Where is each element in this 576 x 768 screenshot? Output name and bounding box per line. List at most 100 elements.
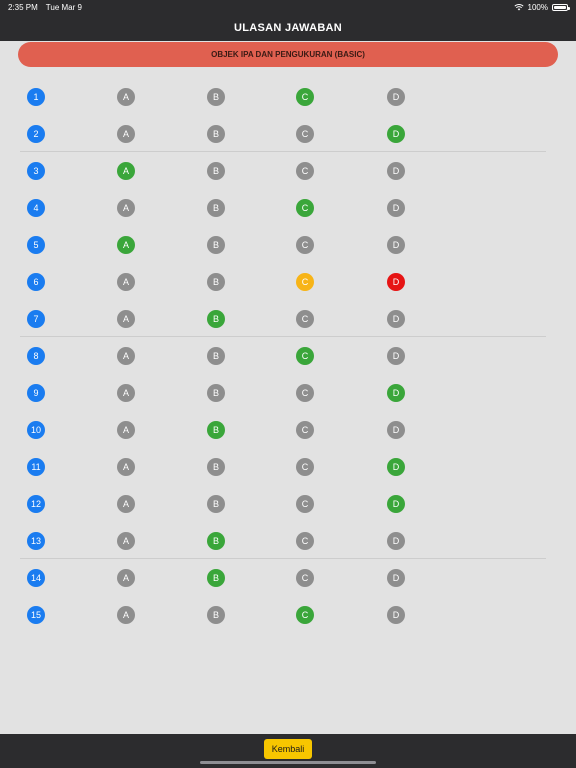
option-a-badge: A: [117, 531, 135, 550]
option-c-badge: C: [296, 568, 314, 587]
back-button[interactable]: Kembali: [264, 739, 312, 759]
option-a-badge: A: [117, 309, 135, 328]
option-c-badge: C: [296, 346, 314, 365]
option-a-badge: A: [117, 383, 135, 402]
option-d-badge: D: [387, 605, 405, 624]
option-a-badge: A: [117, 272, 135, 291]
option-d-badge: D: [387, 568, 405, 587]
question-number-badge: 7: [27, 309, 45, 328]
answer-row: 5 A B C D: [0, 226, 576, 263]
option-a-badge: A: [117, 235, 135, 254]
option-b-badge: B: [207, 568, 225, 587]
option-c-badge: C: [296, 198, 314, 217]
option-d-badge: D: [387, 383, 405, 402]
option-c-badge: C: [296, 124, 314, 143]
question-number-badge: 14: [27, 568, 45, 587]
option-b-badge: B: [207, 420, 225, 439]
option-d-badge: D: [387, 198, 405, 217]
status-date: Tue Mar 9: [45, 2, 82, 12]
option-c-badge: C: [296, 309, 314, 328]
question-number-badge: 11: [27, 457, 45, 476]
option-c-badge: C: [296, 235, 314, 254]
option-d-badge: D: [387, 124, 405, 143]
option-b-badge: B: [207, 457, 225, 476]
option-b-badge: B: [207, 235, 225, 254]
option-b-badge: B: [207, 272, 225, 291]
option-c-badge: C: [296, 605, 314, 624]
option-c-badge: C: [296, 457, 314, 476]
answer-row: 3 A B C D: [0, 152, 576, 189]
option-c-badge: C: [296, 161, 314, 180]
option-c-badge: C: [296, 531, 314, 550]
answer-row: 6 A B C D: [0, 263, 576, 300]
status-time: 2:35 PM: [8, 2, 38, 12]
option-d-badge: D: [387, 161, 405, 180]
option-a-badge: A: [117, 605, 135, 624]
option-b-badge: B: [207, 124, 225, 143]
option-d-badge: D: [387, 87, 405, 106]
option-a-badge: A: [117, 346, 135, 365]
nav-bar: ULASAN JAWABAN: [0, 14, 576, 41]
answer-row: 7 A B C D: [0, 300, 576, 337]
answer-row: 13 A B C D: [0, 522, 576, 559]
page-title: ULASAN JAWABAN: [233, 21, 343, 34]
answer-row: 14 A B C D: [0, 559, 576, 596]
answer-row: 1 A B C D: [0, 78, 576, 115]
option-b-badge: B: [207, 87, 225, 106]
option-c-badge: C: [296, 383, 314, 402]
option-d-badge: D: [387, 346, 405, 365]
option-a-badge: A: [117, 198, 135, 217]
wifi-icon: [513, 4, 524, 11]
answer-row: 2 A B C D: [0, 115, 576, 152]
quiz-title-banner: OBJEK IPA DAN PENGUKURAN (BASIC): [18, 42, 558, 67]
option-c-badge: C: [296, 420, 314, 439]
option-d-badge: D: [387, 235, 405, 254]
option-b-badge: B: [207, 605, 225, 624]
question-number-badge: 15: [27, 605, 45, 624]
question-number-badge: 6: [27, 272, 45, 291]
bottom-bar: Kembali: [0, 734, 576, 768]
option-b-badge: B: [207, 531, 225, 550]
option-a-badge: A: [117, 568, 135, 587]
battery-percentage: 100%: [527, 2, 548, 12]
quiz-title: OBJEK IPA DAN PENGUKURAN (BASIC): [211, 50, 365, 59]
option-a-badge: A: [117, 457, 135, 476]
answer-row: 8 A B C D: [0, 337, 576, 374]
question-number-badge: 12: [27, 494, 45, 513]
option-b-badge: B: [207, 309, 225, 328]
option-b-badge: B: [207, 383, 225, 402]
question-number-badge: 3: [27, 161, 45, 180]
option-d-badge: D: [387, 531, 405, 550]
option-a-badge: A: [117, 494, 135, 513]
question-number-badge: 4: [27, 198, 45, 217]
answer-row: 4 A B C D: [0, 189, 576, 226]
question-number-badge: 13: [27, 531, 45, 550]
answer-row: 11 A B C D: [0, 448, 576, 485]
option-d-badge: D: [387, 494, 405, 513]
option-a-badge: A: [117, 420, 135, 439]
question-number-badge: 9: [27, 383, 45, 402]
option-b-badge: B: [207, 346, 225, 365]
option-a-badge: A: [117, 124, 135, 143]
question-number-badge: 5: [27, 235, 45, 254]
battery-icon: [552, 3, 570, 11]
option-a-badge: A: [117, 161, 135, 180]
option-d-badge: D: [387, 309, 405, 328]
question-number-badge: 8: [27, 346, 45, 365]
option-c-badge: C: [296, 272, 314, 291]
question-number-badge: 10: [27, 420, 45, 439]
option-c-badge: C: [296, 87, 314, 106]
option-d-badge: D: [387, 457, 405, 476]
status-bar: 2:35 PM Tue Mar 9 100%: [0, 0, 576, 14]
option-d-badge: D: [387, 420, 405, 439]
answer-list: 1 A B C D 2 A B C D 3 A B C D 4 A B C D 5 A B C D 6 A B C D 7 A B C D 8 A B C D…: [0, 78, 576, 633]
question-number-badge: 1: [27, 87, 45, 106]
answer-row: 9 A B C D: [0, 374, 576, 411]
answer-row: 15 A B C D: [0, 596, 576, 633]
answer-row: 10 A B C D: [0, 411, 576, 448]
option-d-badge: D: [387, 272, 405, 291]
option-b-badge: B: [207, 198, 225, 217]
option-c-badge: C: [296, 494, 314, 513]
option-b-badge: B: [207, 161, 225, 180]
option-a-badge: A: [117, 87, 135, 106]
